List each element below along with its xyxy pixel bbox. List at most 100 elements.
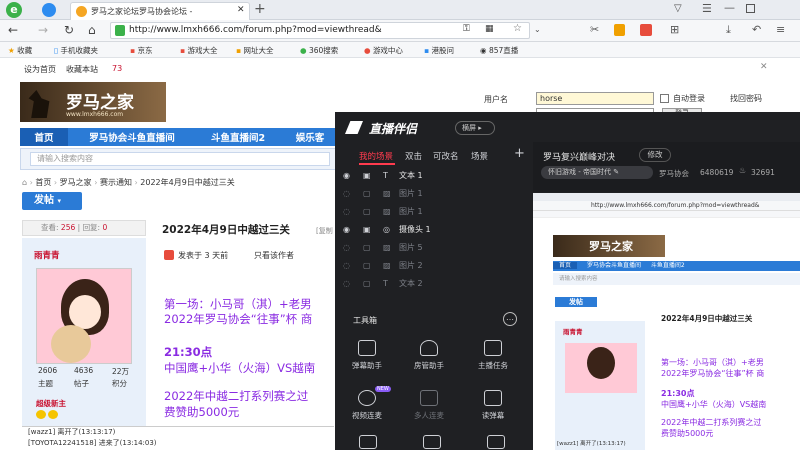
eye-off-icon[interactable]: ◌ [343, 189, 357, 198]
forgot-password-link[interactable]: 找回密码 [730, 93, 762, 104]
download-icon[interactable]: ⤓ [726, 23, 731, 37]
new-post-button[interactable]: 发帖 ▾ [22, 192, 82, 210]
source-item[interactable]: ◌ ▢ ▨ 图片 2 [343, 258, 423, 272]
set-homepage-link[interactable]: 设为首页 [24, 64, 56, 75]
tab-double-click[interactable]: 双击 [405, 150, 422, 162]
bookmark-site-link[interactable]: 收藏本站 [66, 64, 98, 75]
author-name[interactable]: 雨青青 [34, 249, 60, 261]
undo-icon[interactable]: ↶ [752, 23, 761, 36]
crumb-home[interactable]: 首页 [35, 178, 51, 187]
restore-icon[interactable] [746, 4, 755, 13]
send-icon[interactable] [42, 3, 56, 17]
room-manager-tool[interactable]: 房管助手 [399, 340, 459, 371]
nav-entertainment[interactable]: 娱乐客 [284, 128, 336, 146]
mode-toggle[interactable]: 横屏 ▸ [455, 121, 495, 135]
only-author-link[interactable]: 只看该作者 [254, 250, 294, 261]
crumb-forum[interactable]: 罗马之家 [60, 178, 92, 187]
crumb-thread[interactable]: 2022年4月9日中越过三关 [140, 178, 235, 187]
tab-rename[interactable]: 可改名 [433, 150, 459, 162]
lock-icon[interactable]: ▣ [363, 225, 377, 234]
lock-icon[interactable]: ▢ [363, 279, 377, 288]
category-pill[interactable]: 怀旧游戏 - 帝国时代 ✎ [541, 166, 653, 179]
source-item[interactable]: ◉ ▣ ◎ 摄像头 1 [343, 222, 431, 236]
preview-body-line: 费赞助5000元 [661, 429, 714, 438]
extensions-icon[interactable]: ⊞ [670, 23, 679, 36]
body-line-1: 第一场：小马哥（淇）+老男 [164, 297, 312, 311]
more-icon[interactable]: ≡ [776, 23, 785, 36]
source-item[interactable]: ◌ ▢ ▨ 图片 1 [343, 204, 423, 218]
bookmark-favorites[interactable]: ★ 收藏 [8, 45, 32, 56]
bookmark-mobile[interactable]: ▯ 手机收藏夹 [54, 45, 98, 56]
text-icon: T [383, 278, 388, 288]
lock-icon[interactable]: ▣ [363, 171, 377, 180]
grid-icon[interactable]: ▦ [485, 24, 494, 34]
reload-icon[interactable]: ↻ [64, 23, 74, 37]
copy-link[interactable]: [复制 [316, 226, 333, 236]
ext-icon[interactable] [640, 24, 652, 36]
site-logo[interactable]: 罗马之家 www.lmxh666.com [20, 82, 166, 122]
key-icon[interactable]: ⚿ [463, 24, 470, 34]
bookmark-jd[interactable]: ▪ 京东 [130, 45, 152, 56]
danmaku-helper-tool[interactable]: 弹幕助手 [337, 340, 397, 371]
posts-label: 帖子 [74, 379, 89, 388]
eye-off-icon[interactable]: ◌ [343, 243, 357, 252]
bookmark-gamecenter[interactable]: ● 游戏中心 [364, 45, 403, 56]
new-tab-icon[interactable]: + [254, 1, 266, 17]
host-task-tool[interactable]: 主播任务 [463, 340, 523, 371]
close-bar-icon[interactable]: ✕ [760, 62, 768, 72]
remember-checkbox[interactable] [660, 94, 669, 103]
bookmark-sites[interactable]: ▪ 网址大全 [236, 45, 273, 56]
browser-logo-icon[interactable]: e [6, 2, 22, 18]
nav-home[interactable]: 首页 [20, 128, 68, 146]
star-icon[interactable]: ☆ [513, 23, 522, 34]
cut-icon[interactable]: ✂ [590, 23, 599, 36]
dropdown-icon[interactable]: ⌄ [534, 25, 541, 34]
adjust-tool-icon[interactable] [487, 435, 505, 449]
nav-douyu-room[interactable]: 罗马协会斗鱼直播间 [72, 128, 192, 146]
minimize-icon[interactable]: — [724, 1, 735, 14]
bookmark-stocks[interactable]: ▪ 港股问 [424, 45, 454, 56]
eye-off-icon[interactable]: ◌ [343, 261, 357, 270]
video-link-tool[interactable]: 视频连麦 [337, 390, 397, 421]
forward-icon[interactable]: → [38, 23, 48, 37]
source-item[interactable]: ◌ ▢ ▨ 图片 5 [343, 240, 423, 254]
crumb-board[interactable]: 赛示通知 [100, 178, 132, 187]
bookmark-857[interactable]: ◉ 857直播 [480, 45, 518, 56]
lock-icon[interactable]: ▢ [363, 261, 377, 270]
lock-icon[interactable]: ▢ [363, 207, 377, 216]
source-item[interactable]: ◌ ▢ T 文本 2 [343, 276, 423, 290]
back-icon[interactable]: ← [8, 23, 18, 37]
close-tab-icon[interactable]: ✕ [237, 5, 245, 15]
edit-title-button[interactable]: 修改 [639, 148, 671, 162]
lock-icon[interactable]: ▢ [363, 189, 377, 198]
shield-ext-icon[interactable] [614, 24, 625, 36]
tab-my-scenes[interactable]: 我的场景 [359, 150, 393, 162]
download-tool-icon[interactable] [359, 435, 377, 449]
shirt-icon[interactable]: ▽ [674, 3, 682, 14]
home-icon[interactable]: ⌂ [88, 23, 96, 37]
toolbox-more-icon[interactable]: … [503, 312, 517, 326]
eye-off-icon[interactable]: ◌ [343, 279, 357, 288]
add-scene-button[interactable]: + [514, 146, 525, 161]
tv-tool-icon[interactable] [423, 435, 441, 449]
bookmark-360[interactable]: ● 360搜索 [300, 45, 338, 56]
eye-icon[interactable]: ◉ [343, 171, 357, 180]
menu-icon[interactable]: ☰ [702, 2, 712, 15]
source-item[interactable]: ◌ ▢ ▨ 图片 1 [343, 186, 423, 200]
username-input[interactable]: horse [536, 92, 654, 105]
eye-icon[interactable]: ◉ [343, 225, 357, 234]
lock-icon[interactable]: ▢ [363, 243, 377, 252]
tab-scene[interactable]: 场景 [471, 150, 488, 162]
avatar[interactable] [36, 268, 132, 364]
address-field[interactable]: http://www.lmxh666.com/forum.php?mod=vie… [110, 22, 530, 39]
eye-off-icon[interactable]: ◌ [343, 207, 357, 216]
avatar-face-icon [69, 295, 101, 329]
source-item[interactable]: ◉ ▣ T 文本 1 [343, 168, 423, 182]
multi-link-tool[interactable]: 多人连麦 [399, 390, 459, 421]
nav-douyu-room-2[interactable]: 斗鱼直播间2 [196, 128, 280, 146]
home-crumb-icon[interactable]: ⌂ [22, 178, 27, 187]
tab-forum[interactable]: 罗马之家论坛罗马协会论坛 - ✕ [70, 2, 250, 20]
search-input[interactable]: 请输入搜索内容 [30, 152, 330, 166]
read-danmaku-tool[interactable]: 读弹幕 [463, 390, 523, 421]
bookmark-games[interactable]: ▪ 游戏大全 [180, 45, 217, 56]
